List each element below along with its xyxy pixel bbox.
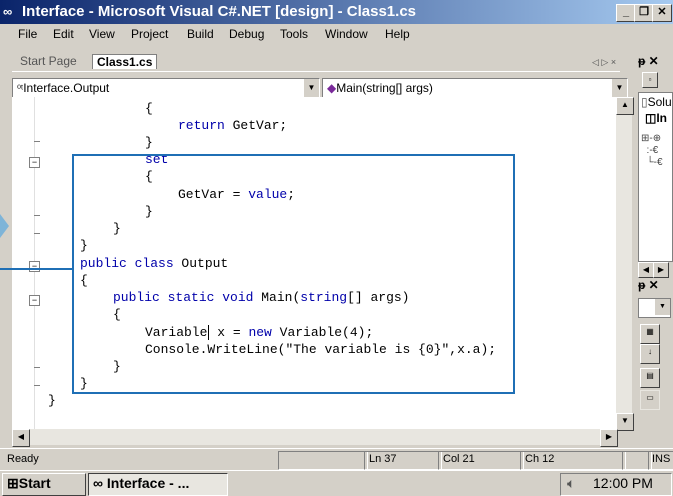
code-line: { <box>145 101 153 116</box>
tab-start-page[interactable]: Start Page <box>20 54 77 68</box>
taskbar-item-interface[interactable]: ∞ Interface - ... <box>88 473 228 496</box>
window-title: Interface - Microsoft Visual C#.NET [des… <box>22 3 416 20</box>
document-tabs: Start Page Class1.cs ◁ ▷ × <box>12 52 620 72</box>
pin-icon[interactable]: ᵽ ✕ <box>638 278 659 292</box>
solution-explorer-tree[interactable]: ▯Solu ◫In ⊞-⊕ :-€ └-€ <box>638 92 673 262</box>
fold-line <box>34 233 40 234</box>
member-dropdown-value: Main(string[] args) <box>336 81 433 95</box>
scroll-right-icon[interactable]: ▶ <box>653 262 669 278</box>
vertical-scrollbar[interactable]: ▲ ▼ <box>616 97 634 431</box>
menu-view[interactable]: View <box>89 27 115 41</box>
start-button[interactable]: ⊞Start <box>2 473 86 496</box>
scroll-right-icon[interactable]: ▶ <box>600 429 618 447</box>
status-line: Ln 37 <box>364 451 442 470</box>
start-label: Start <box>18 475 51 491</box>
categorized-icon[interactable]: ▦ <box>640 324 660 344</box>
collapse-icon[interactable]: − <box>29 261 40 272</box>
taskbar-item-label: Interface - ... <box>106 475 190 491</box>
tab-class1-cs[interactable]: Class1.cs <box>92 54 158 69</box>
project-node[interactable]: ◫In <box>645 111 667 125</box>
tab-nav-buttons[interactable]: ◁ ▷ × <box>592 57 616 68</box>
fold-line <box>34 367 40 368</box>
code-line: } <box>145 135 153 150</box>
fold-line <box>34 141 40 142</box>
scroll-up-icon[interactable]: ▲ <box>616 97 634 115</box>
menu-bar: File Edit View Project Build Debug Tools… <box>0 24 673 44</box>
menu-project[interactable]: Project <box>131 27 168 41</box>
chevron-down-icon[interactable]: ▼ <box>611 79 627 97</box>
chevron-down-icon[interactable]: ▼ <box>303 79 319 97</box>
collapse-icon[interactable]: − <box>29 157 40 168</box>
properties-page-icon[interactable]: ▤ <box>640 368 660 388</box>
menu-edit[interactable]: Edit <box>53 27 74 41</box>
title-bar: ∞ Interface - Microsoft Visual C#.NET [d… <box>0 0 673 24</box>
close-button[interactable]: ✕ <box>652 4 672 22</box>
clock[interactable]: 12:00 PM <box>593 474 653 493</box>
menu-file[interactable]: File <box>18 27 37 41</box>
menu-debug[interactable]: Debug <box>229 27 264 41</box>
solution-icon: ▯ <box>641 95 648 109</box>
status-text: Ready <box>7 453 39 465</box>
scroll-left-icon[interactable]: ◀ <box>638 262 654 278</box>
system-tray: 🔈︎ 12:00 PM <box>560 473 672 496</box>
fold-line <box>34 215 40 216</box>
horizontal-scrollbar[interactable]: ◀ ▶ <box>12 429 618 447</box>
pointer-arrow-icon <box>0 214 9 238</box>
code-line: } <box>48 393 56 408</box>
restore-button[interactable]: ❐ <box>634 4 654 22</box>
status-char: Ch 12 <box>520 451 626 470</box>
vs-app-icon: ∞ <box>93 475 103 491</box>
scroll-left-icon[interactable]: ◀ <box>12 429 30 447</box>
taskbar: ⊞Start ∞ Interface - ... 🔈︎ 12:00 PM <box>0 470 673 496</box>
alphabetical-icon[interactable]: ↓ <box>640 344 660 364</box>
menu-tools[interactable]: Tools <box>280 27 308 41</box>
menu-build[interactable]: Build <box>187 27 214 41</box>
code-line: return GetVar; <box>178 118 288 133</box>
properties-icon[interactable]: ▫ <box>642 72 658 88</box>
type-dropdown-value: Interface.Output <box>23 81 110 95</box>
scroll-down-icon[interactable]: ▼ <box>616 413 634 431</box>
speaker-icon[interactable]: 🔈︎ <box>567 474 575 493</box>
tree-branch-icon: ⊞-⊕ :-€ └-€ <box>641 133 663 168</box>
properties-dropdown[interactable]: ▼ <box>638 298 671 318</box>
project-icon: ◫ <box>645 111 657 125</box>
method-icon: ◆ <box>327 81 337 95</box>
windows-logo-icon: ⊞ <box>7 475 19 491</box>
status-column: Col 21 <box>438 451 524 470</box>
status-cell-empty <box>278 451 368 470</box>
events-icon[interactable]: ▭ <box>640 390 660 410</box>
status-bar: Ready Ln 37 Col 21 Ch 12 INS <box>0 448 673 470</box>
collapse-icon[interactable]: − <box>29 295 40 306</box>
highlight-box <box>72 154 515 394</box>
pin-icon[interactable]: ᵽ ✕ <box>638 54 659 68</box>
status-insert-mode: INS <box>648 451 673 470</box>
solution-node[interactable]: ▯Solu <box>641 95 672 109</box>
menu-window[interactable]: Window <box>325 27 368 41</box>
callout-line <box>0 268 72 270</box>
minimize-button[interactable]: _ <box>616 4 636 22</box>
fold-line <box>34 385 40 386</box>
menu-help[interactable]: Help <box>385 27 410 41</box>
vs-app-icon: ∞ <box>3 4 13 19</box>
